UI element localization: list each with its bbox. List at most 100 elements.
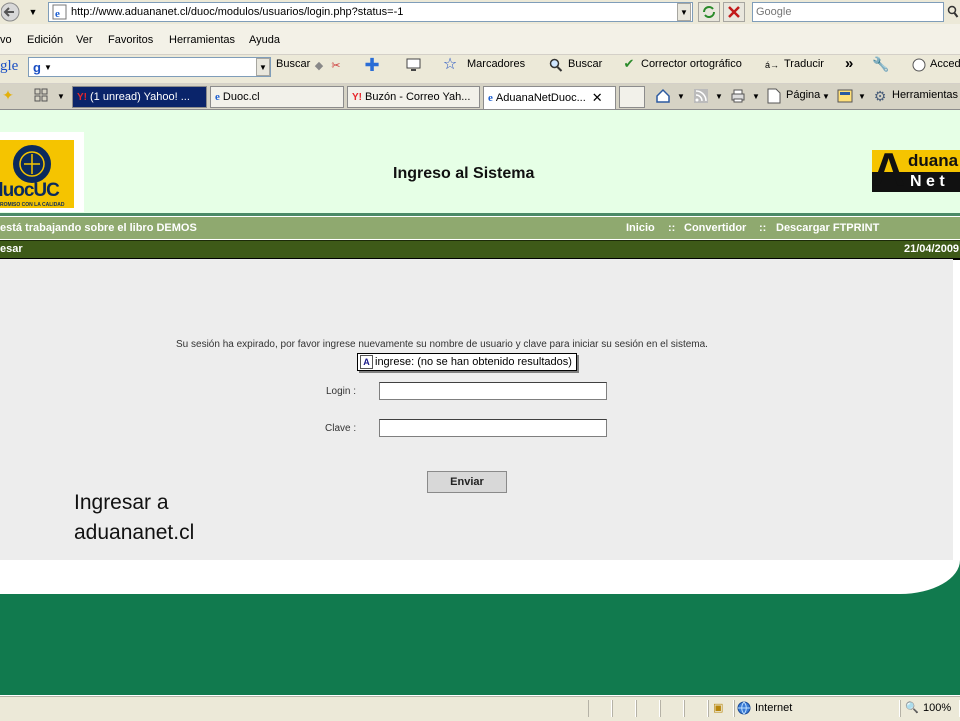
menu-help[interactable]: Ayuda <box>249 34 280 46</box>
circle-icon <box>912 58 926 72</box>
page-icon[interactable] <box>765 86 783 106</box>
add-button-icon[interactable]: ✚ <box>363 55 381 75</box>
tools-menu[interactable]: Herramientas <box>892 89 958 101</box>
translate-icon[interactable]: á→ <box>763 55 781 75</box>
tab-yahoo-unread[interactable]: Y! (1 unread) Yahoo! ... <box>72 86 207 108</box>
google-search-dropdown[interactable]: ▼ <box>256 58 270 76</box>
spellcheck-icon[interactable]: ✔ <box>620 55 638 73</box>
close-tab-icon[interactable]: ✕ <box>592 90 603 106</box>
wrench-icon[interactable]: 🔧 <box>872 55 890 73</box>
tab-duoc[interactable]: e Duoc.cl <box>210 86 344 108</box>
research-dropdown[interactable]: ▼ <box>857 89 867 103</box>
favorites-star-icon[interactable]: ✦ <box>0 86 16 104</box>
document-icon <box>767 88 781 104</box>
back-button[interactable] <box>0 1 24 23</box>
web-search-input[interactable] <box>753 3 939 21</box>
google-search-field[interactable]: g ▼ <box>28 57 271 77</box>
menu-edit[interactable]: Edición <box>27 34 63 46</box>
tab-label: AduanaNetDuoc... <box>495 92 586 104</box>
radio-icon[interactable] <box>911 57 927 73</box>
tab-yahoo-inbox[interactable]: Y! Buzón - Correo Yah... <box>347 86 480 108</box>
tab-list-dropdown[interactable]: ▼ <box>55 88 67 104</box>
access-button[interactable]: Acced <box>930 58 960 70</box>
nav-separator: :: <box>759 222 767 234</box>
tab-label: Duoc.cl <box>222 91 260 103</box>
stop-button[interactable] <box>723 2 745 22</box>
status-cell <box>684 700 708 717</box>
address-field[interactable]: e http://www.aduananet.cl/duoc/modulos/u… <box>48 2 693 22</box>
tab-label: Buzón - Correo Yah... <box>365 91 471 103</box>
search-icon <box>549 58 563 72</box>
section-title: esar <box>0 243 23 255</box>
translate-button[interactable]: Traducir <box>784 58 824 70</box>
browser-status-bar: ▣ Internet 🔍 100% <box>0 696 960 721</box>
new-tab-button[interactable] <box>619 86 645 108</box>
print-dropdown[interactable]: ▼ <box>751 89 761 103</box>
research-icon[interactable] <box>836 86 854 106</box>
chevron-down-icon: ▼ <box>680 7 688 17</box>
toolbar-overflow-button[interactable]: » <box>845 55 853 72</box>
popup-blocked-icon: ▣ <box>713 702 724 714</box>
address-dropdown-button[interactable]: ▼ <box>677 3 691 21</box>
close-icon <box>728 6 740 18</box>
menu-tools[interactable]: Herramientas <box>169 34 235 46</box>
chevron-down-icon: ▼ <box>43 62 52 72</box>
page-header: duocUC ROMISO CON LA CALIDAD Ingreso al … <box>0 110 960 214</box>
feeds-icon[interactable] <box>692 87 710 105</box>
printer-icon <box>731 89 745 103</box>
login-label: Login : <box>326 386 357 397</box>
monitor-icon <box>406 58 421 71</box>
chevron-down-icon: ▼ <box>259 62 267 72</box>
web-search-button[interactable] <box>946 3 960 21</box>
login-input[interactable] <box>379 382 607 400</box>
status-cell <box>588 700 612 717</box>
bookmarks-star-icon[interactable]: ☆ <box>441 55 459 73</box>
feeds-dropdown[interactable]: ▼ <box>714 89 724 103</box>
nav-link-convertidor[interactable]: Convertidor <box>684 222 746 234</box>
aduananet-logo: A duana N e t <box>872 144 960 194</box>
find-button[interactable]: Buscar <box>568 58 602 70</box>
submit-button[interactable]: Enviar <box>427 471 507 493</box>
home-icon[interactable] <box>653 86 673 106</box>
popup-blocker-icon[interactable]: ✂ <box>327 57 345 73</box>
nav-link-inicio[interactable]: Inicio <box>626 222 655 234</box>
popup-status-cell[interactable]: ▣ <box>708 700 734 717</box>
page-title: Ingreso al Sistema <box>393 165 535 182</box>
spellcheck-button[interactable]: Corrector ortográfico <box>641 58 742 70</box>
tools-gear-icon[interactable]: ⚙ <box>871 86 889 106</box>
menu-favorites[interactable]: Favoritos <box>108 34 153 46</box>
nav-link-descargar-ftprint[interactable]: Descargar FTPRINT <box>776 222 879 234</box>
pagerank-icon[interactable]: ◆ <box>312 57 326 73</box>
page-dropdown[interactable]: ▼ <box>821 89 831 103</box>
slide-caption: Ingresar a aduananet.cl <box>74 491 195 544</box>
refresh-icon <box>703 6 715 18</box>
aduananet-logo-net: N e t <box>910 173 945 190</box>
find-search-icon[interactable] <box>548 56 564 74</box>
bookmarks-button[interactable]: Marcadores <box>467 58 525 70</box>
history-dropdown-button[interactable]: ▼ <box>27 4 39 20</box>
menu-file[interactable]: vo <box>0 34 12 46</box>
page-menu[interactable]: Página <box>786 89 820 101</box>
tooltip-a-icon: A <box>360 355 373 369</box>
aduananet-logo-duana: duana <box>908 151 959 170</box>
web-search-field[interactable] <box>752 2 944 22</box>
password-label: Clave : <box>325 423 357 434</box>
tab-aduananet[interactable]: e AduanaNetDuoc... ✕ <box>483 86 616 109</box>
zoom-status-cell[interactable]: 🔍 100% <box>900 700 960 717</box>
menu-bar: vo Edición Ver Favoritos Herramientas Ay… <box>0 24 960 55</box>
status-cell <box>660 700 684 717</box>
address-toolbar: ▼ e http://www.aduananet.cl/duoc/modulos… <box>0 0 960 25</box>
footer-curve-mask <box>0 560 960 594</box>
password-input[interactable] <box>379 419 607 437</box>
menu-view[interactable]: Ver <box>76 34 93 46</box>
duoc-logo: duocUC ROMISO CON LA CALIDAD <box>0 132 84 212</box>
google-search-button[interactable]: Buscar <box>276 58 310 70</box>
zone-status-cell[interactable]: Internet <box>734 700 900 717</box>
home-dropdown[interactable]: ▼ <box>676 89 686 103</box>
quick-tabs-icon[interactable] <box>32 86 50 104</box>
refresh-button[interactable] <box>698 2 720 22</box>
google-g-icon: g <box>33 59 41 75</box>
zone-text: Internet <box>755 702 793 714</box>
print-icon[interactable] <box>728 86 748 106</box>
screen-icon[interactable] <box>404 56 424 74</box>
